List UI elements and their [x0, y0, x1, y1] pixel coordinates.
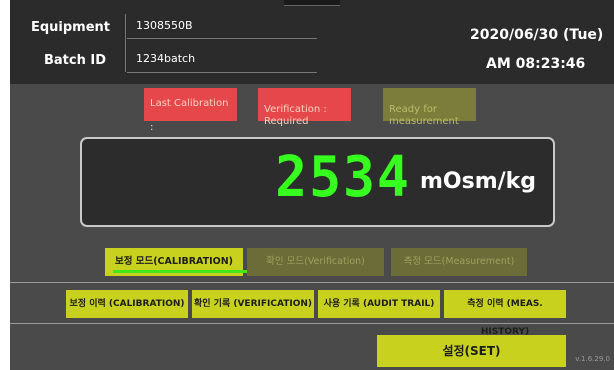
settings-button[interactable]: 설정(SET): [377, 335, 566, 367]
top-notch: [284, 0, 340, 6]
app-screen: Equipment Batch ID 1308550B 1234batch 20…: [10, 0, 614, 370]
calibration-history-button[interactable]: 보정 이력 (CALIBRATION): [66, 290, 188, 318]
measurement-history-button[interactable]: 측정 이력 (MEAS. HISTORY): [444, 290, 566, 337]
ready-text: Ready for measurement: [389, 104, 459, 127]
measurement-mode-button[interactable]: 측정 모드(Measurement): [391, 248, 527, 276]
equipment-value: 1308550B: [136, 19, 193, 32]
reading-unit: mOsm/kg: [420, 169, 537, 194]
verification-mode-button[interactable]: 확인 모드(Verification): [247, 248, 384, 276]
header-divider: [125, 14, 126, 72]
verification-text: Verification : Required: [264, 104, 327, 127]
header-underline-batch: [127, 72, 317, 73]
last-calibration-badge: Last Calibration :: [144, 88, 237, 133]
audit-trail-button[interactable]: 사용 기록 (AUDIT TRAIL): [318, 290, 440, 318]
batch-id-value: 1234batch: [136, 52, 196, 65]
verification-record-button[interactable]: 확인 기록 (VERIFICATION): [192, 290, 314, 318]
ready-badge: Ready for measurement: [383, 88, 476, 127]
measurement-display: 2534 mOsm/kg: [80, 137, 555, 227]
time-display: AM 08:23:46: [486, 56, 586, 72]
batch-id-label: Batch ID: [43, 53, 106, 68]
version-label: v.1.6.29.0: [575, 355, 610, 363]
reading-value: 2534: [275, 145, 411, 210]
equipment-label: Equipment: [30, 20, 110, 35]
date-display: 2020/06/30 (Tue): [470, 27, 604, 43]
active-mode-indicator: [113, 270, 250, 273]
header-underline-equipment: [127, 38, 317, 39]
header-bar: Equipment Batch ID 1308550B 1234batch 20…: [10, 0, 614, 84]
last-calibration-text: Last Calibration :: [150, 98, 229, 133]
verification-badge: Verification : Required: [258, 88, 351, 127]
